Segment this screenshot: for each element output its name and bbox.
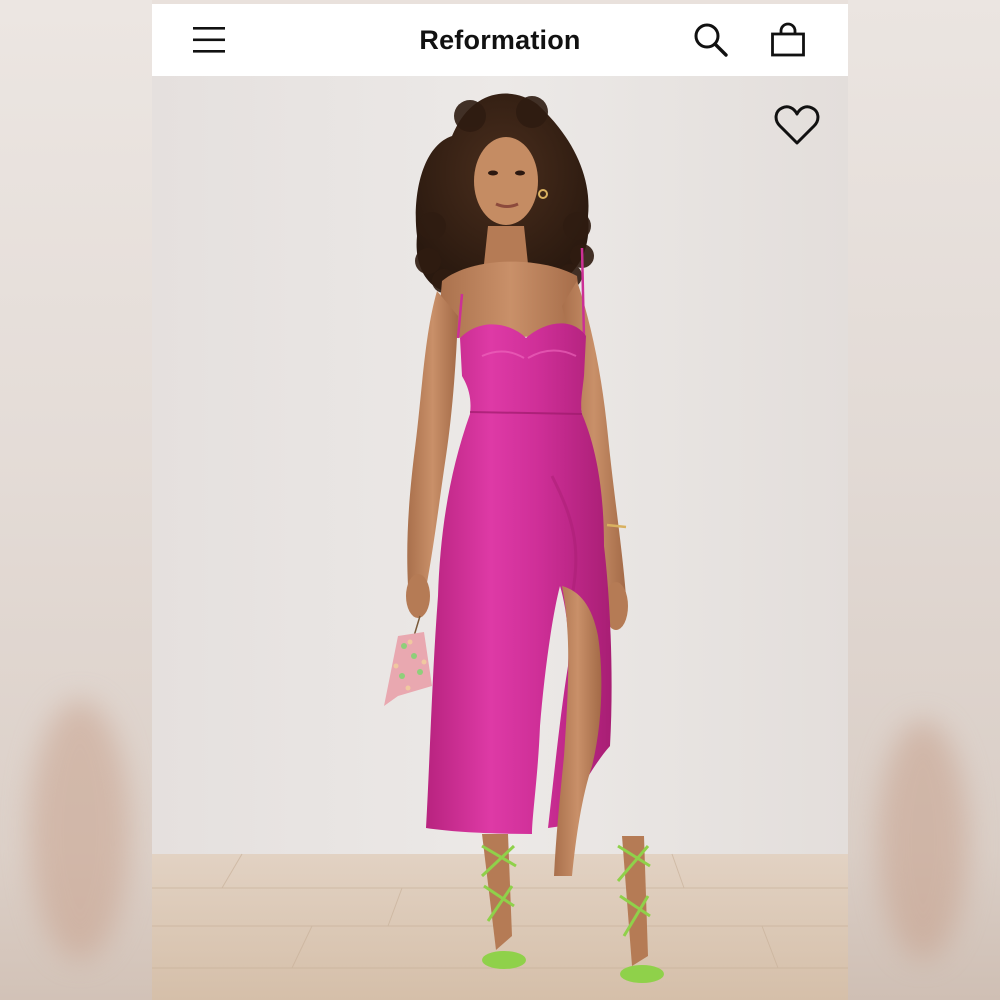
right-blurred-background	[848, 0, 1000, 1000]
right-sandal-sole	[620, 965, 664, 983]
top-navigation-bar: Reformation	[152, 4, 848, 76]
menu-button[interactable]	[188, 22, 230, 58]
neck	[484, 226, 528, 264]
brand-logo[interactable]: Reformation	[419, 25, 580, 56]
search-icon	[694, 23, 728, 57]
heart-icon	[774, 105, 820, 145]
left-sandal-sole	[482, 951, 526, 969]
wishlist-button[interactable]	[774, 105, 822, 149]
product-image[interactable]	[152, 76, 848, 1000]
face	[474, 137, 538, 225]
product-page: Reformation	[152, 4, 848, 1000]
search-button[interactable]	[690, 20, 732, 60]
shopping-bag-button[interactable]	[766, 18, 810, 62]
shopping-bag-icon	[771, 22, 805, 57]
hamburger-menu-icon	[193, 27, 225, 53]
left-hand	[406, 574, 430, 618]
left-blurred-background	[0, 0, 152, 1000]
